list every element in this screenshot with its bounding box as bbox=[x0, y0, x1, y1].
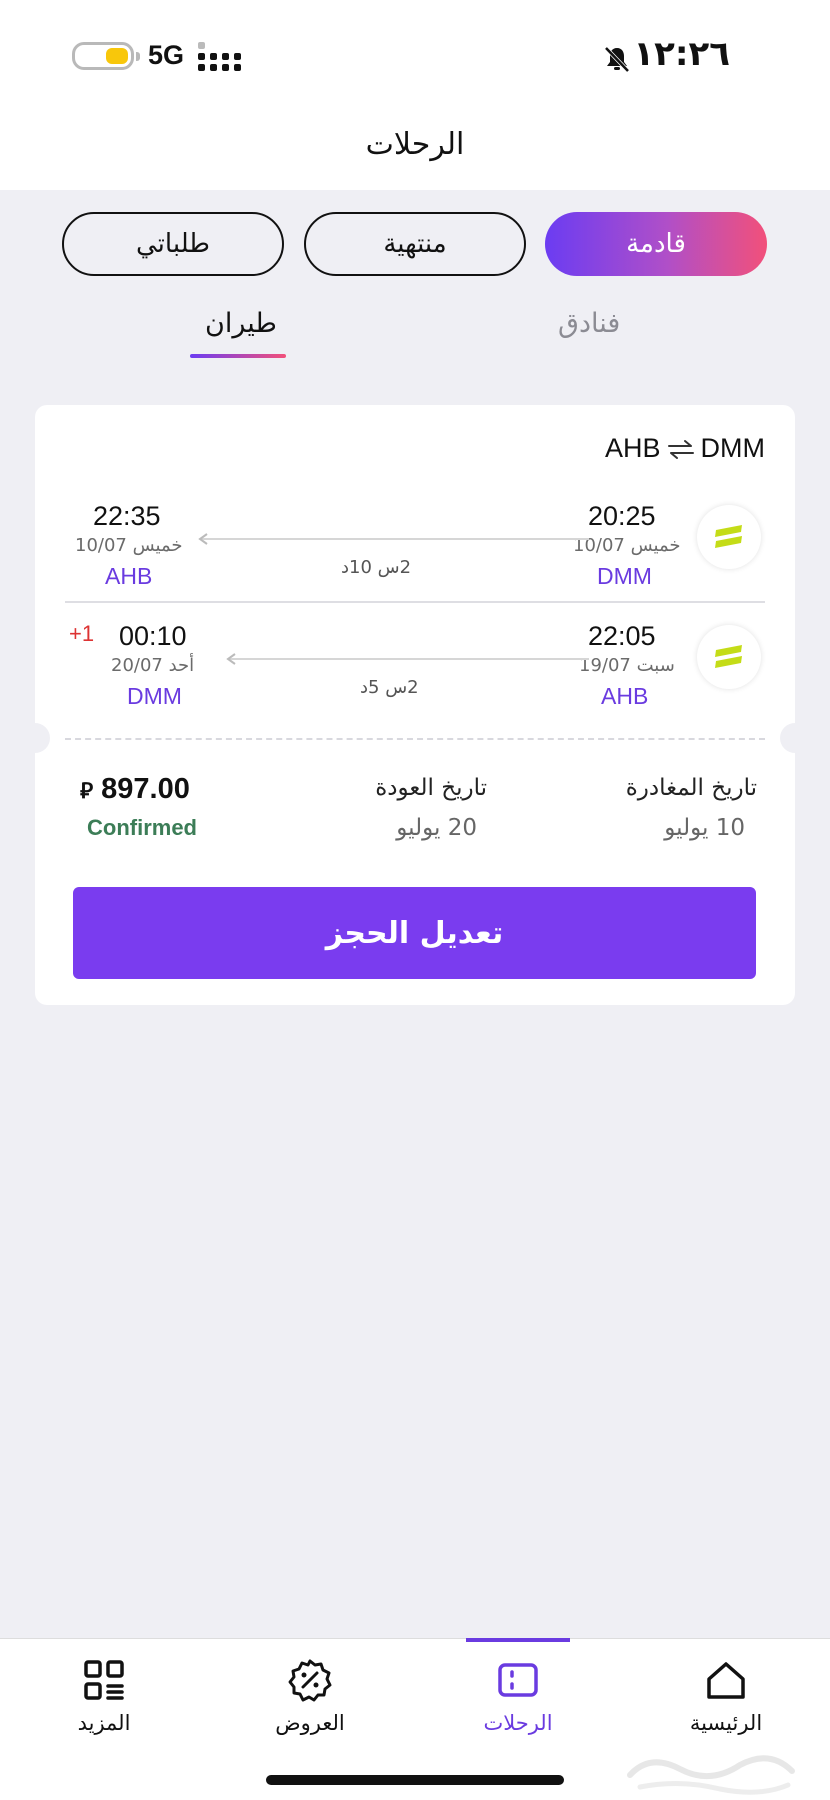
ticket-perforation bbox=[65, 738, 765, 740]
battery-icon bbox=[72, 42, 140, 70]
watermark-logo bbox=[627, 1755, 795, 1795]
return-departure-time: 22:05 bbox=[588, 621, 656, 651]
currency-symbol-icon: ⃁ bbox=[80, 778, 94, 803]
nav-more-label: المزيد bbox=[77, 1711, 131, 1735]
bell-muted-icon bbox=[604, 46, 630, 73]
discount-icon bbox=[288, 1659, 332, 1702]
outbound-departure-time: 20:25 bbox=[588, 501, 656, 531]
route-from-code: DMM bbox=[700, 433, 765, 463]
return-arrival-date: أحد 20/07 bbox=[111, 655, 195, 676]
route-title: AHB DMM bbox=[605, 433, 765, 464]
trips-icon bbox=[498, 1663, 538, 1697]
tab-active-indicator bbox=[190, 354, 286, 358]
outbound-arrival-date: خميس 10/07 bbox=[75, 535, 183, 556]
return-arrow bbox=[226, 653, 589, 665]
departure-date-value: 10 يوليو bbox=[664, 815, 745, 841]
more-grid-icon bbox=[84, 1660, 124, 1700]
return-departure-date: سبت 19/07 bbox=[579, 655, 675, 676]
airline-logo bbox=[697, 505, 761, 569]
segment-my-requests[interactable]: طلباتي bbox=[62, 212, 284, 276]
outbound-arrival-time: 22:35 bbox=[93, 501, 161, 531]
outbound-arrow bbox=[198, 533, 589, 545]
network-type: 5G bbox=[148, 40, 185, 70]
tab-flights[interactable]: طيران bbox=[205, 308, 277, 339]
nav-trips[interactable]: الرحلات bbox=[448, 1657, 588, 1735]
outbound-departure-date: خميس 10/07 bbox=[573, 535, 681, 556]
leg-divider bbox=[65, 601, 765, 603]
ticket-notch-right bbox=[780, 723, 810, 753]
status-clock: ١٢:٢٦ bbox=[633, 34, 730, 74]
airline-logo bbox=[697, 625, 761, 689]
booking-status: Confirmed bbox=[87, 815, 197, 840]
nav-more[interactable]: المزيد bbox=[34, 1657, 174, 1735]
modify-booking-button[interactable]: تعديل الحجز bbox=[73, 887, 756, 979]
tab-hotels[interactable]: فنادق bbox=[558, 308, 620, 339]
header: الرحلات bbox=[0, 110, 830, 190]
nav-active-indicator bbox=[466, 1638, 570, 1642]
home-indicator[interactable] bbox=[266, 1775, 564, 1785]
status-bar: 5G ١٢:٢٦ bbox=[0, 0, 830, 110]
day-offset-badge: +1 bbox=[69, 621, 95, 646]
return-departure-code: AHB bbox=[601, 683, 649, 709]
nav-home-label: الرئيسية bbox=[689, 1711, 763, 1735]
segment-upcoming[interactable]: قادمة bbox=[545, 212, 767, 276]
nav-home[interactable]: الرئيسية bbox=[656, 1657, 796, 1735]
nav-offers-label: العروض bbox=[275, 1711, 345, 1735]
return-arrival-time: 00:10 bbox=[119, 621, 187, 651]
outbound-duration: 2س 10د bbox=[341, 557, 412, 578]
swap-arrows-icon bbox=[667, 439, 694, 459]
nav-trips-label: الرحلات bbox=[483, 1711, 553, 1735]
route-to-code: AHB bbox=[604, 433, 661, 463]
price-value: 897.00 bbox=[101, 773, 190, 805]
ticket-notch-left bbox=[20, 723, 50, 753]
total-price: ⃁ 897.00 bbox=[80, 773, 190, 806]
nav-offers[interactable]: العروض bbox=[240, 1657, 380, 1735]
return-duration: 2س 5د bbox=[360, 677, 419, 698]
return-arrival-code: DMM bbox=[127, 683, 182, 709]
booking-card[interactable]: AHB DMM 20:25 خميس 10/07 DMM 2س 10د 22:3… bbox=[20, 405, 810, 1005]
outbound-departure-code: DMM bbox=[597, 563, 652, 589]
departure-date-label: تاريخ المغادرة bbox=[625, 775, 757, 801]
signal-icon bbox=[198, 42, 241, 71]
home-icon bbox=[707, 1662, 745, 1699]
segment-completed[interactable]: منتهية bbox=[304, 212, 526, 276]
page-title: الرحلات bbox=[365, 127, 465, 162]
return-date-value: 20 يوليو bbox=[396, 815, 477, 841]
outbound-arrival-code: AHB bbox=[105, 563, 153, 589]
return-date-label: تاريخ العودة bbox=[375, 775, 487, 801]
